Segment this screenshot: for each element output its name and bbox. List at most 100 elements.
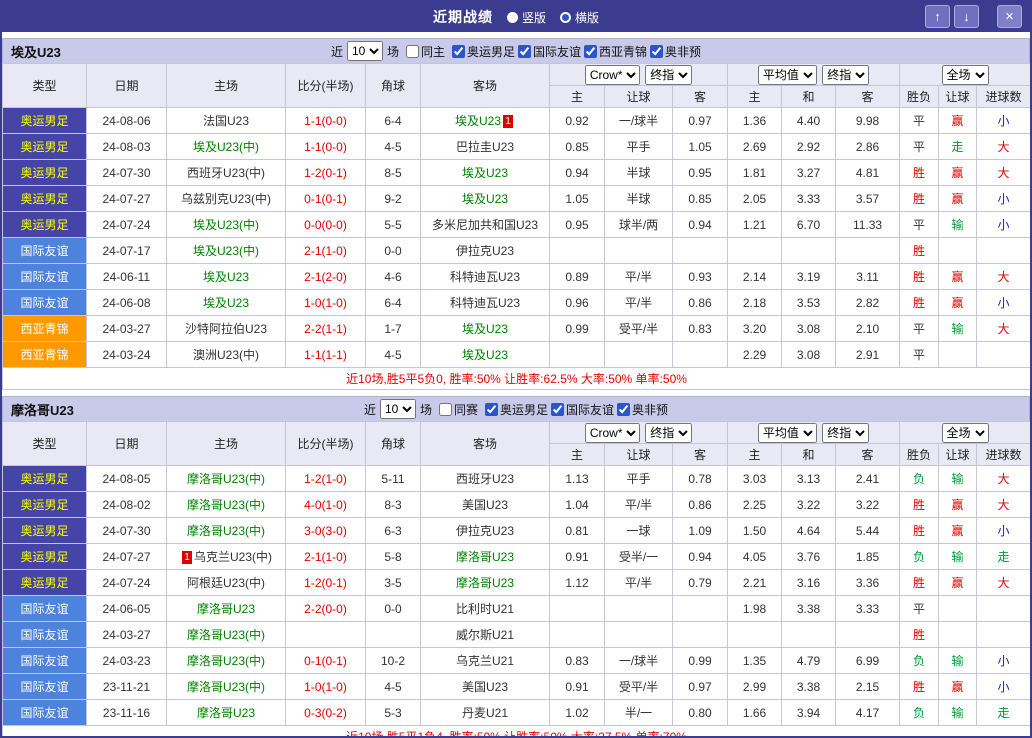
home-team-cell[interactable]: 埃及U23(中) bbox=[166, 237, 286, 264]
scope-select[interactable]: 全场 bbox=[941, 64, 989, 85]
away-team-cell[interactable]: 科特迪瓦U23 bbox=[420, 289, 550, 316]
odds-cell: 0.92 bbox=[549, 107, 605, 134]
match-row: 奥运男足 24-07-30 摩洛哥U23(中) 3-0(3-0) 6-3 伊拉克U23 0.… bbox=[2, 517, 1030, 544]
league-filter-checkbox[interactable]: 奥运男足 bbox=[482, 401, 548, 418]
home-team-cell[interactable]: 摩洛哥U23(中) bbox=[166, 621, 286, 648]
home-team-cell[interactable]: 法国U23 bbox=[166, 107, 286, 134]
date-cell: 23-11-21 bbox=[86, 673, 167, 700]
home-team-cell[interactable]: 埃及U23 bbox=[166, 289, 286, 316]
score-cell: 1-0(1-0) bbox=[285, 673, 366, 700]
odds-company-select[interactable]: Crow* bbox=[584, 64, 640, 85]
away-team-cell[interactable]: 科特迪瓦U23 bbox=[420, 263, 550, 290]
layout-radio-vertical[interactable]: 竖版 bbox=[506, 9, 546, 26]
home-team-cell[interactable]: 埃及U23 bbox=[166, 263, 286, 290]
home-team-cell[interactable]: 西班牙U23(中) bbox=[166, 159, 286, 186]
away-team-cell[interactable]: 埃及U23 bbox=[420, 315, 550, 342]
date-cell: 24-07-30 bbox=[86, 517, 167, 544]
col-home: 主场 bbox=[166, 421, 286, 466]
same-condition-checkbox-input[interactable] bbox=[405, 44, 419, 58]
home-team-cell[interactable]: 乌兹别克U23(中) bbox=[166, 185, 286, 212]
odds-stage-select-2[interactable]: 终指 bbox=[822, 422, 870, 443]
euro-odds-select[interactable]: 平均值 bbox=[757, 64, 817, 85]
league-filter-checkbox-input[interactable] bbox=[518, 44, 531, 58]
away-team-cell[interactable]: 乌克兰U21 bbox=[420, 647, 550, 674]
odds-company-select[interactable]: Crow* bbox=[584, 422, 640, 443]
home-team-cell[interactable]: 摩洛哥U23(中) bbox=[166, 647, 286, 674]
league-filter-checkbox[interactable]: 奥运男足 bbox=[449, 43, 515, 60]
same-condition-checkbox-input[interactable] bbox=[438, 402, 452, 416]
home-team-cell[interactable]: 澳洲U23(中) bbox=[166, 341, 286, 368]
league-filter-checkbox[interactable]: 西亚青锦 bbox=[581, 43, 647, 60]
home-team-cell[interactable]: 摩洛哥U23(中) bbox=[166, 491, 286, 518]
subcol-asian-away: 客 bbox=[671, 85, 729, 108]
odds-cell: 0.83 bbox=[671, 315, 729, 342]
same-condition-checkbox[interactable]: 同赛 bbox=[436, 401, 478, 418]
scroll-up-button[interactable]: ↑ bbox=[925, 5, 950, 28]
close-button[interactable]: × bbox=[997, 5, 1022, 28]
away-team-cell[interactable]: 美国U23 bbox=[420, 491, 550, 518]
home-team-cell[interactable]: 摩洛哥U23 bbox=[166, 595, 286, 622]
score-cell: 0-1(0-1) bbox=[285, 185, 366, 212]
home-team-cell[interactable]: 沙特阿拉伯U23 bbox=[166, 315, 286, 342]
away-team-cell[interactable]: 摩洛哥U23 bbox=[420, 569, 550, 596]
corner-cell: 9-2 bbox=[365, 185, 421, 212]
away-team-cell[interactable]: 埃及U23 bbox=[420, 159, 550, 186]
away-team-cell[interactable]: 埃及U23 bbox=[420, 185, 550, 212]
match-count-select[interactable]: 10 bbox=[379, 399, 416, 419]
odds-stage-select-1[interactable]: 终指 bbox=[645, 64, 693, 85]
home-team-cell[interactable]: 摩洛哥U23(中) bbox=[166, 465, 286, 492]
home-team-cell[interactable]: 1 乌克兰U23(中) bbox=[166, 543, 286, 570]
away-team-cell[interactable]: 埃及U23 1 bbox=[420, 107, 550, 134]
home-team-cell[interactable]: 摩洛哥U23(中) bbox=[166, 517, 286, 544]
home-team-cell[interactable]: 埃及U23(中) bbox=[166, 133, 286, 160]
odds-cell: 0.99 bbox=[549, 315, 605, 342]
date-cell: 24-07-27 bbox=[86, 543, 167, 570]
league-filter-checkbox-input[interactable] bbox=[650, 44, 664, 58]
league-filter-checkbox-input[interactable] bbox=[451, 44, 465, 58]
home-team-cell[interactable]: 摩洛哥U23(中) bbox=[166, 673, 286, 700]
odds-cell: 0.83 bbox=[549, 647, 605, 674]
away-team-cell[interactable]: 摩洛哥U23 bbox=[420, 543, 550, 570]
away-team-cell[interactable]: 美国U23 bbox=[420, 673, 550, 700]
match-count-select[interactable]: 10 bbox=[346, 41, 383, 61]
league-filter-checkbox[interactable]: 国际友谊 bbox=[515, 43, 581, 60]
away-team-cell[interactable]: 丹麦U21 bbox=[420, 699, 550, 726]
result-cell bbox=[938, 237, 978, 264]
scope-select[interactable]: 全场 bbox=[941, 422, 989, 443]
score-cell: 3-0(3-0) bbox=[285, 517, 366, 544]
odds-cell: 3.22 bbox=[835, 491, 901, 518]
scroll-down-button[interactable]: ↓ bbox=[954, 5, 979, 28]
away-team-cell[interactable]: 多米尼加共和国U23 bbox=[420, 211, 550, 238]
away-team-cell[interactable]: 西班牙U23 bbox=[420, 465, 550, 492]
league-filter-checkbox-input[interactable] bbox=[617, 402, 631, 416]
away-team-cell[interactable]: 巴拉圭U23 bbox=[420, 133, 550, 160]
league-filter-checkbox[interactable]: 奥非预 bbox=[647, 43, 701, 60]
same-condition-checkbox[interactable]: 同主 bbox=[403, 43, 445, 60]
home-team-cell[interactable]: 摩洛哥U23 bbox=[166, 699, 286, 726]
away-team-cell[interactable]: 伊拉克U23 bbox=[420, 237, 550, 264]
matches-label: 场 bbox=[386, 44, 399, 59]
league-filter-checkbox[interactable]: 奥非预 bbox=[614, 401, 668, 418]
odds-stage-select-1[interactable]: 终指 bbox=[645, 422, 693, 443]
odds-cell bbox=[671, 237, 729, 264]
layout-radio-horizontal[interactable]: 横版 bbox=[560, 9, 599, 26]
euro-odds-select[interactable]: 平均值 bbox=[757, 422, 817, 443]
away-team-cell[interactable]: 比利时U21 bbox=[420, 595, 550, 622]
league-filter-checkbox[interactable]: 国际友谊 bbox=[548, 401, 614, 418]
away-team-cell[interactable]: 埃及U23 bbox=[420, 341, 550, 368]
away-team-cell[interactable]: 伊拉克U23 bbox=[420, 517, 550, 544]
recent-results-window: 近期战绩 竖版 横版 ↑ ↓ × 埃及U23 近 10 场 同主 奥运男足 国际… bbox=[0, 0, 1032, 738]
away-team-cell[interactable]: 威尔斯U21 bbox=[420, 621, 550, 648]
odds-stage-select-2[interactable]: 终指 bbox=[822, 64, 870, 85]
home-team-cell[interactable]: 埃及U23(中) bbox=[166, 211, 286, 238]
odds-cell: 4.79 bbox=[781, 647, 837, 674]
odds-cell: 1.09 bbox=[671, 517, 729, 544]
home-team-cell[interactable]: 阿根廷U23(中) bbox=[166, 569, 286, 596]
result-cell: 赢 bbox=[938, 107, 978, 134]
league-filter-checkbox-input[interactable] bbox=[485, 402, 498, 416]
odds-cell: 1.81 bbox=[727, 159, 783, 186]
result-cell: 大 bbox=[976, 263, 1030, 290]
league-filter-checkbox-input[interactable] bbox=[551, 402, 565, 416]
odds-cell: 4.81 bbox=[835, 159, 901, 186]
league-filter-checkbox-input[interactable] bbox=[584, 44, 598, 58]
